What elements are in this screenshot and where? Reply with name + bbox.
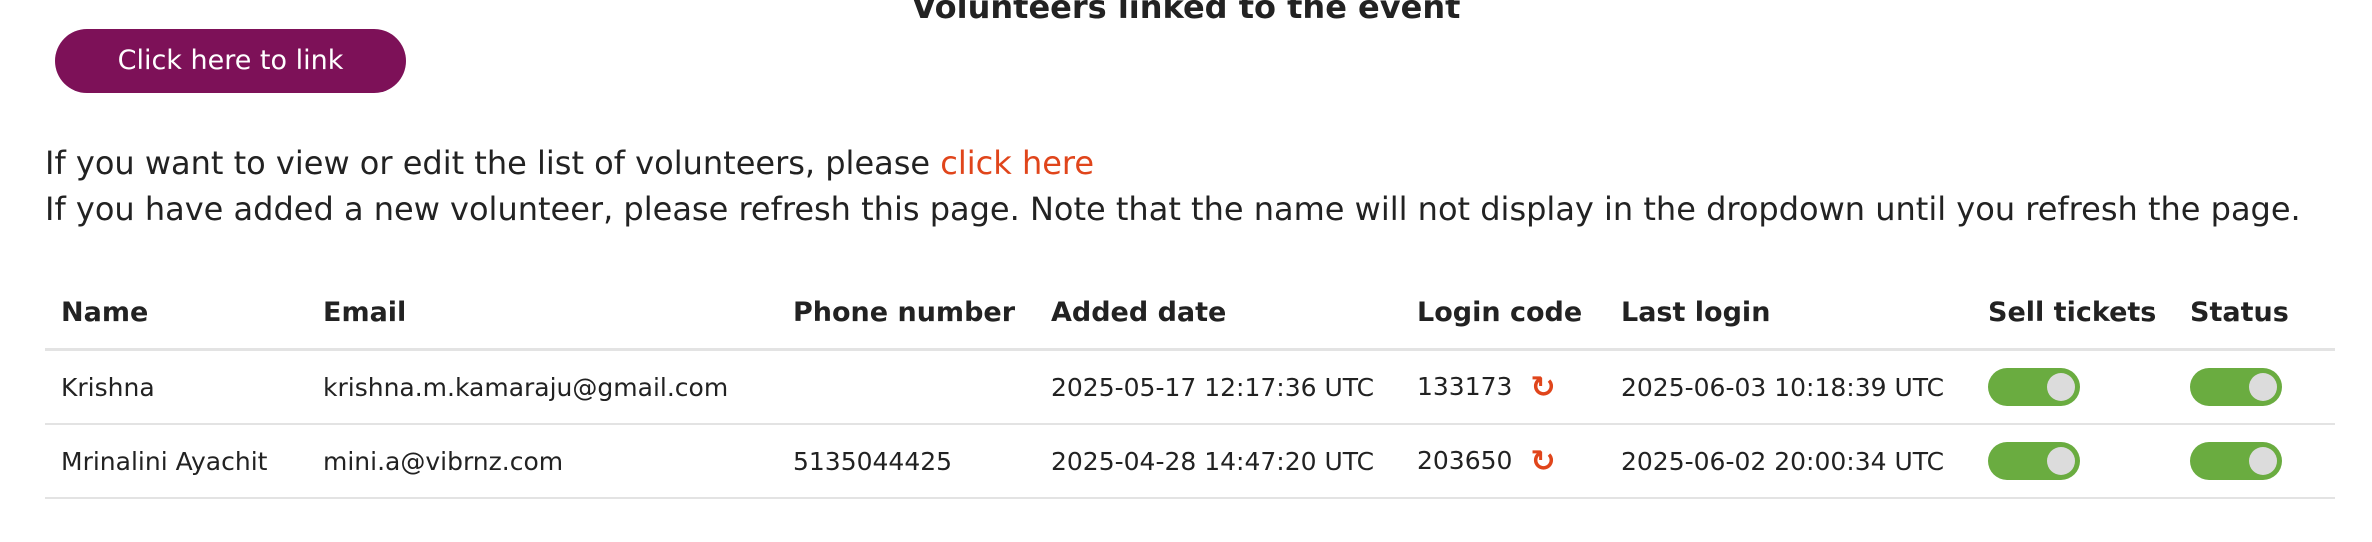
- sell-tickets-toggle[interactable]: [1988, 442, 2080, 480]
- toggle-knob: [2047, 447, 2075, 475]
- volunteer-login-code-cell: 133173 ↻: [1401, 349, 1605, 425]
- volunteer-added-date: 2025-04-28 14:47:20 UTC: [1035, 424, 1401, 499]
- toggle-knob: [2249, 373, 2277, 401]
- column-header-email: Email: [307, 276, 777, 351]
- info-line-edit-text: If you want to view or edit the list of …: [45, 144, 941, 182]
- column-header-added-date: Added date: [1035, 276, 1401, 351]
- volunteer-login-code-cell: 203650 ↻: [1401, 424, 1605, 499]
- table-row: Mrinalini Ayachit mini.a@vibrnz.com 5135…: [45, 424, 2335, 499]
- column-header-status: Status: [2174, 276, 2335, 351]
- volunteer-login-code: 203650: [1417, 445, 1513, 475]
- volunteers-page: Volunteers linked to the event Click her…: [0, 0, 2372, 542]
- column-header-last-login: Last login: [1605, 276, 1972, 351]
- column-header-sell-tickets: Sell tickets: [1972, 276, 2174, 351]
- volunteer-email: krishna.m.kamaraju@gmail.com: [307, 349, 777, 425]
- volunteer-last-login: 2025-06-03 10:18:39 UTC: [1605, 349, 1972, 425]
- status-toggle[interactable]: [2190, 442, 2282, 480]
- toggle-knob: [2249, 447, 2277, 475]
- edit-volunteers-link[interactable]: click here: [940, 144, 1094, 182]
- volunteer-login-code: 133173: [1417, 371, 1513, 401]
- status-toggle[interactable]: [2190, 368, 2282, 406]
- sell-tickets-cell: [1972, 424, 2174, 499]
- volunteer-last-login: 2025-06-02 20:00:34 UTC: [1605, 424, 1972, 499]
- refresh-icon[interactable]: ↻: [1530, 372, 1555, 403]
- volunteer-phone: 5135044425: [777, 424, 1035, 499]
- status-cell: [2174, 424, 2335, 499]
- volunteer-name: Krishna: [45, 349, 307, 425]
- sell-tickets-toggle[interactable]: [1988, 368, 2080, 406]
- volunteers-table: Name Email Phone number Added date Login…: [45, 276, 2335, 499]
- table-row: Krishna krishna.m.kamaraju@gmail.com 202…: [45, 349, 2335, 425]
- toggle-knob: [2047, 373, 2075, 401]
- volunteer-phone: [777, 349, 1035, 425]
- volunteer-email: mini.a@vibrnz.com: [307, 424, 777, 499]
- link-volunteer-button[interactable]: Click here to link: [55, 29, 406, 93]
- column-header-name: Name: [45, 276, 307, 351]
- table-header-row: Name Email Phone number Added date Login…: [45, 276, 2335, 351]
- refresh-icon[interactable]: ↻: [1530, 446, 1555, 477]
- column-header-login-code: Login code: [1401, 276, 1605, 351]
- section-title: Volunteers linked to the event: [911, 0, 1461, 26]
- info-line-edit: If you want to view or edit the list of …: [45, 144, 1094, 182]
- column-header-phone: Phone number: [777, 276, 1035, 351]
- volunteer-name: Mrinalini Ayachit: [45, 424, 307, 499]
- info-line-refresh: If you have added a new volunteer, pleas…: [45, 190, 2301, 228]
- status-cell: [2174, 349, 2335, 425]
- volunteer-added-date: 2025-05-17 12:17:36 UTC: [1035, 349, 1401, 425]
- sell-tickets-cell: [1972, 349, 2174, 425]
